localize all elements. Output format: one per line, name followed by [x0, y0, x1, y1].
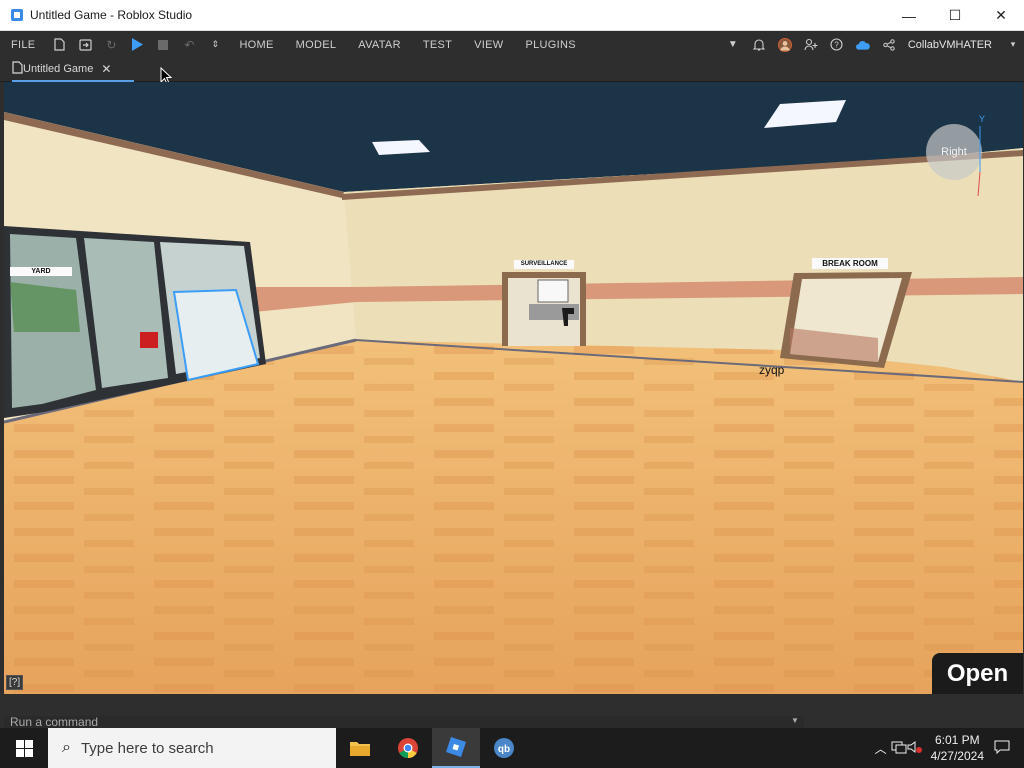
axis-y-label: Y: [979, 114, 986, 124]
folder-icon: [350, 742, 370, 756]
clock[interactable]: 6:01 PM 4/27/2024: [931, 732, 984, 764]
maximize-button[interactable]: ☐: [932, 0, 978, 31]
stop-icon[interactable]: [156, 38, 170, 52]
command-input[interactable]: Run a command: [4, 716, 804, 728]
minimize-button[interactable]: —: [886, 0, 932, 31]
network-icon[interactable]: [891, 740, 907, 757]
window-title: Untitled Game - Roblox Studio: [30, 8, 193, 22]
clock-time: 6:01 PM: [934, 733, 980, 747]
tab-untitled-game[interactable]: Untitled Game ✕: [12, 58, 134, 82]
qbittorrent-app[interactable]: qb: [480, 728, 528, 768]
volume-muted-icon[interactable]: [907, 740, 923, 757]
tray-chevron-up-icon[interactable]: ︿: [875, 740, 887, 757]
help-icon[interactable]: ?: [830, 38, 844, 52]
user-menu-chevron-icon[interactable]: ▾: [1006, 38, 1020, 52]
document-tab-bar: Untitled Game ✕: [0, 58, 1024, 82]
player-name-tag: zyqp: [759, 363, 785, 377]
open-button[interactable]: Open: [932, 653, 1023, 694]
file-menu[interactable]: FILE: [0, 39, 46, 51]
roblox-studio-app[interactable]: [432, 728, 480, 768]
tab-plugins[interactable]: PLUGINS: [514, 39, 586, 51]
title-bar: Untitled Game - Roblox Studio — ☐ ✕: [0, 0, 1024, 31]
play-icon[interactable]: [130, 38, 144, 52]
search-icon: ⌕: [62, 739, 71, 756]
windows-taskbar: ⌕ Type here to search qb ︿ 6:01 PM 4/27/…: [0, 728, 1024, 768]
tab-model[interactable]: MODEL: [285, 39, 348, 51]
command-bar: Run a command ▼: [0, 694, 1024, 728]
tab-avatar[interactable]: AVATAR: [347, 39, 412, 51]
notification-bell-icon[interactable]: [752, 38, 766, 52]
tab-close-icon[interactable]: ✕: [101, 62, 111, 76]
place-file-icon: [12, 61, 23, 77]
file-explorer-app[interactable]: [336, 728, 384, 768]
help-button[interactable]: [?]: [6, 675, 24, 690]
notifications-icon[interactable]: [994, 740, 1010, 757]
tab-label: Untitled Game: [23, 63, 94, 75]
chrome-icon: [398, 738, 418, 759]
new-file-icon[interactable]: [52, 38, 66, 52]
qbittorrent-icon: qb: [494, 738, 514, 758]
username-label[interactable]: CollabVMHATER: [908, 39, 992, 51]
cloud-icon[interactable]: [855, 38, 870, 52]
search-placeholder: Type here to search: [80, 739, 214, 757]
scene-render: [4, 82, 1023, 694]
axis-gizmo-icon: [977, 126, 981, 197]
3d-viewport[interactable]: YARD SURVEILLANCE BREAK ROOM zyqp Right …: [4, 82, 1023, 694]
clock-date: 4/27/2024: [930, 749, 984, 763]
tab-view[interactable]: VIEW: [463, 39, 514, 51]
sign-break-room: BREAK ROOM: [812, 258, 888, 269]
share-icon[interactable]: [882, 38, 896, 52]
tab-test[interactable]: TEST: [412, 39, 463, 51]
windows-logo-icon: [15, 739, 33, 757]
svg-text:qb: qb: [498, 744, 510, 755]
system-tray: ︿ 6:01 PM 4/27/2024: [871, 728, 1024, 768]
chrome-app[interactable]: [384, 728, 432, 768]
collapse-ribbon-icon[interactable]: ▼: [726, 38, 740, 52]
undo-icon[interactable]: ↶: [182, 38, 196, 52]
add-user-icon[interactable]: [804, 38, 818, 52]
taskbar-search-box[interactable]: ⌕ Type here to search: [48, 728, 336, 768]
roblox-studio-icon: [446, 737, 466, 757]
avatar[interactable]: [777, 37, 792, 52]
tab-home[interactable]: HOME: [228, 39, 284, 51]
sign-surveillance: SURVEILLANCE: [514, 260, 574, 269]
command-history-chevron-icon[interactable]: ▼: [791, 716, 799, 725]
chevron-down-icon[interactable]: ⇕: [208, 38, 222, 52]
svg-text:?: ?: [835, 41, 840, 50]
redo-icon[interactable]: ↻: [104, 38, 118, 52]
roblox-studio-logo-icon: [10, 8, 24, 22]
view-cube-label: Right: [941, 146, 967, 158]
publish-icon[interactable]: [78, 38, 92, 52]
start-button[interactable]: [0, 728, 48, 768]
close-button[interactable]: ✕: [978, 0, 1024, 31]
sign-yard: YARD: [10, 267, 72, 276]
ribbon-bar: FILE ↻ ↶ ⇕ HOME MODEL AVATAR TEST VIEW P…: [0, 31, 1024, 58]
